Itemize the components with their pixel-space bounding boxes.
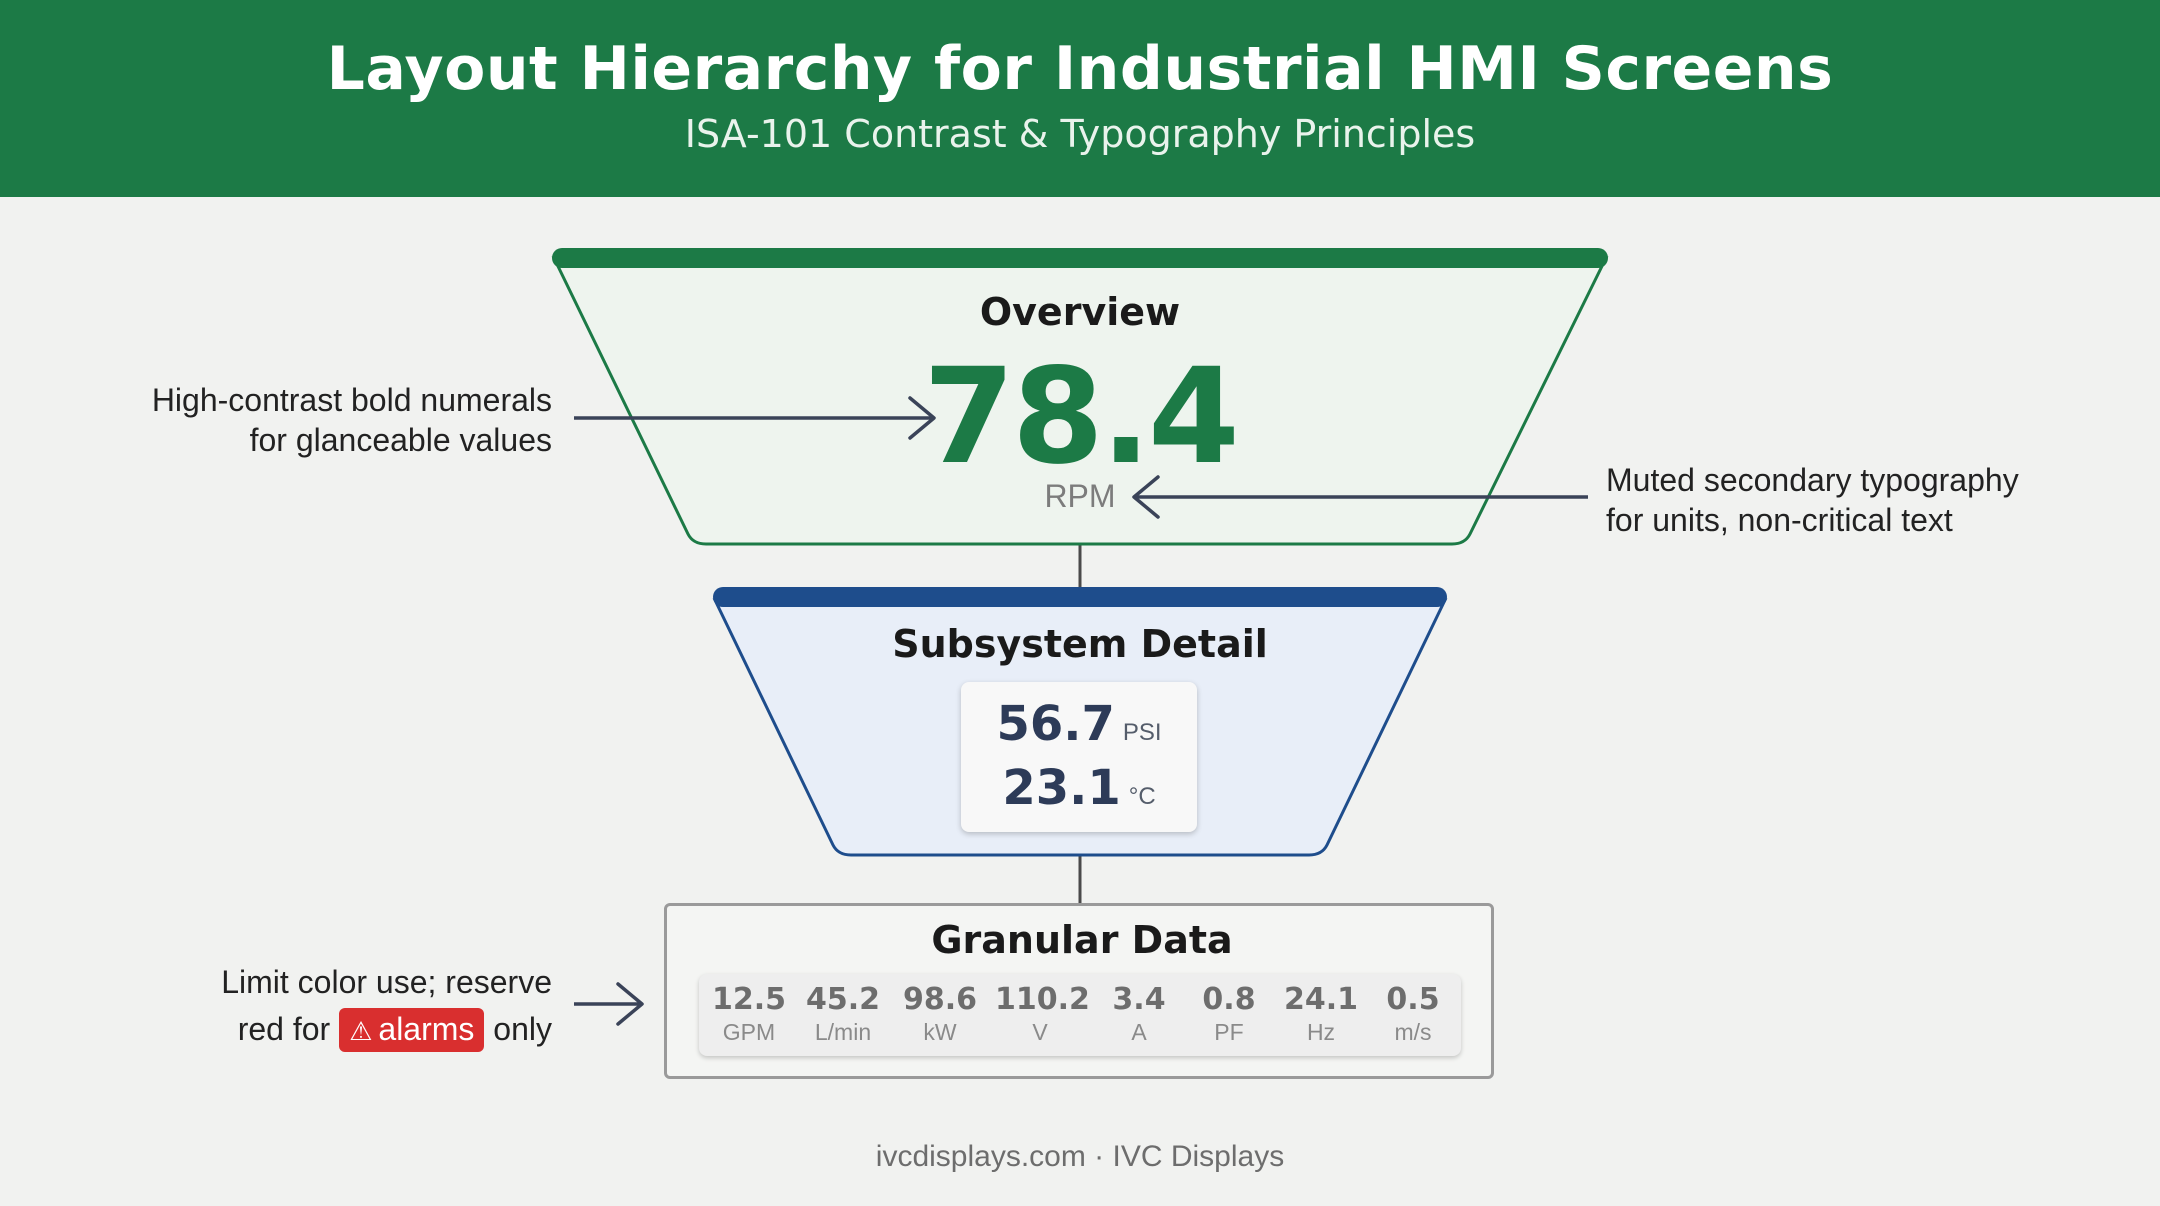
granular-cell-unit: A — [1131, 1019, 1147, 1045]
annotation-muted-typography: Muted secondary typography for units, no… — [1606, 460, 2126, 540]
annotation-text: only — [493, 1011, 552, 1047]
granular-panel: Granular Data 12.5 GPM 45.2 L/min 98.6 kW 1… — [664, 903, 1494, 1079]
granular-cell-value: 3.4 — [1112, 982, 1166, 1017]
granular-cell-value: 24.1 — [1283, 982, 1359, 1017]
granular-cell-value: 45.2 — [805, 982, 881, 1017]
annotation-line: High-contrast bold numerals — [151, 382, 552, 418]
pressure-value: 56.7 — [996, 696, 1115, 752]
granular-cell-unit: kW — [923, 1019, 957, 1045]
overview-unit: RPM — [1044, 478, 1116, 514]
granular-cell-unit: m/s — [1394, 1019, 1432, 1045]
granular-cell-value: 0.5 — [1386, 982, 1440, 1017]
annotation-line: red for ⚠ alarms only — [60, 1008, 552, 1052]
pressure-reading: 56.7 PSI — [961, 696, 1197, 752]
granular-cell: 110.2 V — [995, 982, 1090, 1046]
temperature-reading: 23.1 °C — [961, 760, 1197, 816]
temperature-unit: °C — [1128, 783, 1156, 810]
annotation-line: for units, non-critical text — [1606, 502, 1953, 538]
annotation-line: for glanceable values — [249, 422, 552, 458]
granular-cell-value: 0.8 — [1202, 982, 1256, 1017]
annotation-limit-color: Limit color use; reserve red for ⚠ alarms… — [60, 962, 552, 1052]
granular-cell: 0.5 m/s — [1368, 982, 1458, 1046]
granular-cell: 12.5 GPM — [704, 982, 794, 1046]
granular-cell-unit: V — [1032, 1019, 1048, 1045]
granular-cell: 0.8 PF — [1184, 982, 1274, 1046]
overview-top-bar — [552, 248, 1608, 268]
temperature-value: 23.1 — [1002, 760, 1121, 816]
annotation-line: Limit color use; reserve — [221, 964, 552, 1000]
granular-cell-unit: GPM — [722, 1019, 776, 1045]
alarm-badge-label: alarms — [378, 1011, 475, 1047]
pressure-unit: PSI — [1122, 719, 1162, 746]
granular-data-strip: 12.5 GPM 45.2 L/min 98.6 kW 110.2 V 3.4 A 0.8… — [699, 974, 1461, 1056]
granular-cell-value: 110.2 — [995, 982, 1090, 1017]
granular-cell: 24.1 Hz — [1276, 982, 1366, 1046]
alarm-badge: ⚠ alarms — [339, 1008, 485, 1052]
footer-credit: ivcdisplays.com · IVC Displays — [875, 1140, 1285, 1173]
granular-cell: 45.2 L/min — [798, 982, 888, 1046]
subsystem-heading: Subsystem Detail — [892, 622, 1268, 666]
annotation-bold-numerals: High-contrast bold numerals for glanceab… — [60, 380, 552, 460]
subsystem-readings-card: 56.7 PSI 23.1 °C — [961, 682, 1197, 832]
subsystem-top-bar — [713, 587, 1447, 607]
annotation-line: Muted secondary typography — [1606, 462, 2019, 498]
granular-cell-unit: Hz — [1306, 1019, 1336, 1045]
annotation-text: red for — [237, 1011, 331, 1047]
granular-cell-unit: PF — [1214, 1019, 1244, 1045]
granular-cell-value: 98.6 — [902, 982, 978, 1017]
granular-heading: Granular Data — [931, 918, 1233, 962]
granular-cell-unit: L/min — [814, 1019, 872, 1045]
overview-heading: Overview — [979, 290, 1181, 334]
granular-cell: 3.4 A — [1094, 982, 1184, 1046]
granular-cell: 98.6 kW — [895, 982, 985, 1046]
warning-triangle-icon: ⚠ — [349, 1016, 373, 1046]
overview-value: 78.4 — [923, 340, 1240, 494]
granular-cell-value: 12.5 — [711, 982, 787, 1017]
